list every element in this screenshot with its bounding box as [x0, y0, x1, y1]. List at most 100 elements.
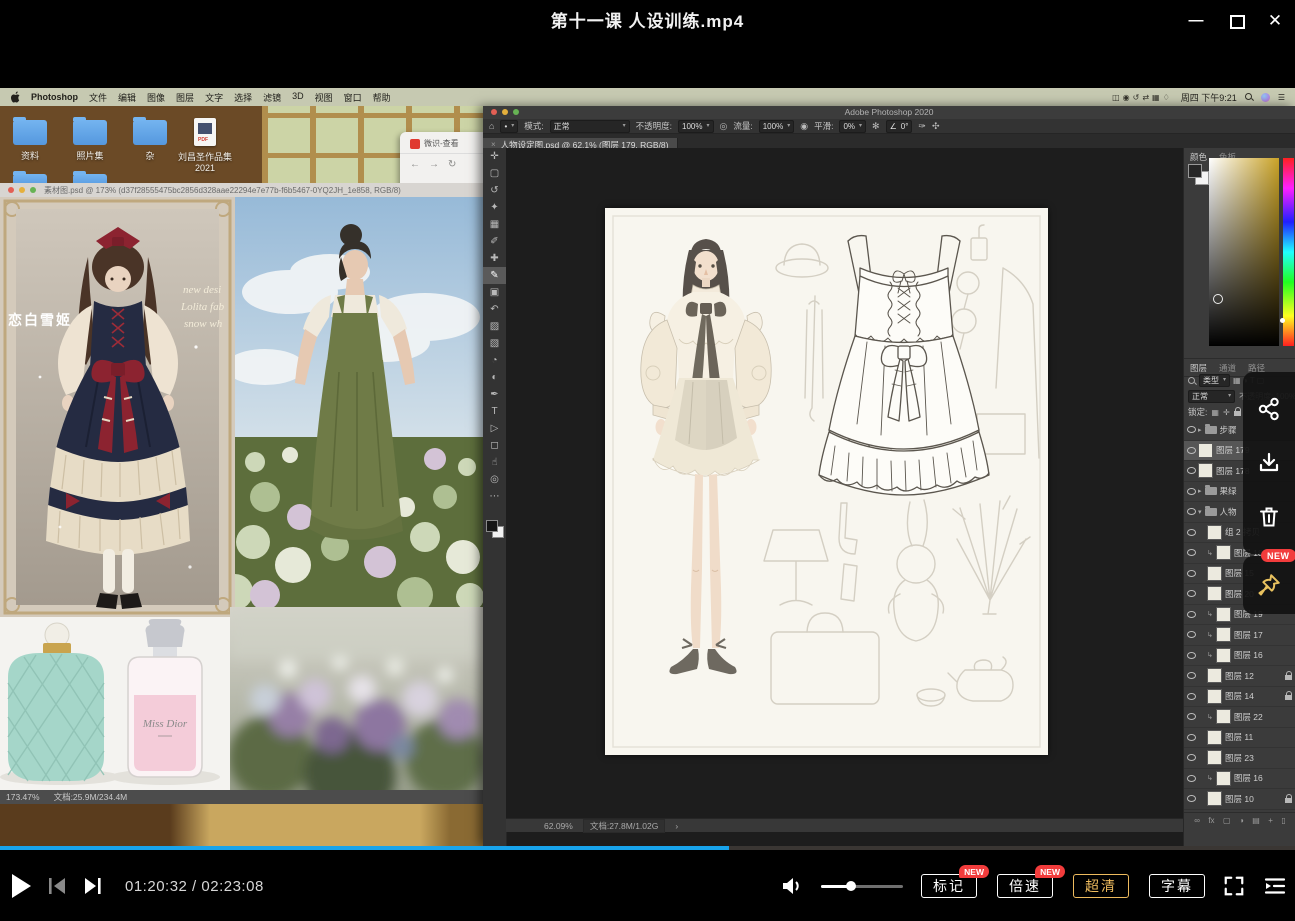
visibility-eye-icon[interactable] [1184, 795, 1198, 802]
visibility-eye-icon[interactable] [1184, 529, 1198, 536]
ps-tool-19[interactable]: ◎ [483, 471, 506, 488]
playlist-icon[interactable] [1263, 876, 1287, 896]
minimize-button[interactable]: — [1183, 8, 1209, 34]
photoshop-canvas[interactable] [506, 148, 1183, 818]
menu-item-编辑[interactable]: 编辑 [118, 91, 136, 104]
foreground-background-swatch[interactable] [486, 520, 503, 537]
visibility-eye-icon[interactable] [1184, 549, 1198, 556]
layer-kind-select[interactable]: 类型▾ [1199, 374, 1230, 387]
layer-row-图层 10[interactable]: 图层 10 [1184, 789, 1295, 810]
layers-adjustment-button[interactable]: ◑ [1239, 816, 1244, 825]
document-size-indicator[interactable]: 文档:27.8M/1.02G [583, 819, 666, 833]
tab-color[interactable]: 颜色 [1190, 151, 1207, 162]
ps-tool-12[interactable]: ◔ [483, 352, 506, 369]
forward-icon[interactable]: → [429, 159, 439, 170]
home-icon[interactable]: ⌂ [489, 121, 494, 131]
visibility-eye-icon[interactable] [1184, 447, 1198, 454]
desktop-folder-照片集[interactable]: 照片集 [68, 116, 112, 162]
pressure-opacity-icon[interactable]: ◎ [720, 121, 728, 132]
ps-tool-20[interactable]: ⋯ [483, 488, 506, 505]
ps-tool-15[interactable]: T [483, 403, 506, 420]
ps-tool-6[interactable]: ✚ [483, 250, 506, 267]
desktop-folder-资料[interactable]: 资料 [8, 116, 52, 162]
layers-new-layer-button[interactable]: + [1268, 816, 1273, 825]
visibility-eye-icon[interactable] [1184, 508, 1198, 515]
artboard[interactable] [605, 208, 1048, 755]
hue-slider[interactable] [1283, 158, 1294, 346]
ps-tool-14[interactable]: ✒ [483, 386, 506, 403]
flow-select[interactable]: 100%▾ [759, 120, 794, 133]
ps-tool-8[interactable]: ▣ [483, 284, 506, 301]
share-icon[interactable] [1257, 397, 1281, 421]
visibility-eye-icon[interactable] [1184, 713, 1198, 720]
panel-fg-bg-swatch[interactable] [1188, 164, 1208, 184]
player-button-超清[interactable]: 超清 [1073, 874, 1129, 898]
visibility-eye-icon[interactable] [1184, 611, 1198, 618]
color-saturation-field[interactable] [1209, 158, 1279, 346]
menu-app-name[interactable]: Photoshop [31, 92, 78, 102]
volume-slider[interactable] [821, 885, 903, 888]
group-caret-icon[interactable]: ▾ [1198, 508, 1202, 516]
menu-item-帮助[interactable]: 帮助 [373, 91, 391, 104]
layer-row-图层 17[interactable]: ↳图层 17 [1184, 625, 1295, 646]
layer-row-图层 16[interactable]: ↳图层 16 [1184, 646, 1295, 667]
brush-preset-picker[interactable]: •▾ [500, 120, 518, 133]
visibility-eye-icon[interactable] [1184, 590, 1198, 597]
visibility-eye-icon[interactable] [1184, 672, 1198, 679]
zoom-dot[interactable] [513, 109, 519, 115]
visibility-eye-icon[interactable] [1184, 631, 1198, 638]
opacity-select[interactable]: 100%▾ [678, 120, 713, 133]
group-caret-icon[interactable]: ▸ [1198, 487, 1202, 495]
ps-tool-3[interactable]: ✦ [483, 199, 506, 216]
visibility-eye-icon[interactable] [1184, 467, 1198, 474]
download-icon[interactable] [1257, 451, 1281, 475]
previous-button[interactable] [47, 877, 67, 895]
status-arrow-icon[interactable]: › [675, 821, 678, 831]
traffic-light-buttons[interactable] [8, 187, 36, 193]
layer-row-图层 12[interactable]: 图层 12 [1184, 666, 1295, 687]
layers-mask-button[interactable]: ▢ [1223, 816, 1231, 825]
ps-tool-11[interactable]: ▧ [483, 335, 506, 352]
pin-icon[interactable] [1256, 572, 1282, 598]
desktop-folder-杂[interactable]: 杂 [128, 116, 172, 162]
layer-blend-select[interactable]: 正常▾ [1188, 390, 1235, 403]
close-dot[interactable] [8, 187, 14, 193]
hue-slider-marker[interactable] [1280, 318, 1285, 323]
visibility-eye-icon[interactable] [1184, 488, 1198, 495]
desktop-pdf-file[interactable]: PDF 刘昌圣作品集 2021 [176, 116, 234, 173]
control-center-icon[interactable]: ☰ [1278, 93, 1285, 102]
layers-link-button[interactable]: ∞ [1194, 816, 1200, 825]
menu-item-滤镜[interactable]: 滤镜 [263, 91, 281, 104]
ps-tool-5[interactable]: ✐ [483, 233, 506, 250]
gear-icon[interactable]: ✻ [872, 121, 880, 132]
ps-tool-10[interactable]: ▨ [483, 318, 506, 335]
minimize-dot[interactable] [19, 187, 25, 193]
fullscreen-icon[interactable] [1223, 875, 1245, 897]
minimize-dot[interactable] [502, 109, 508, 115]
trash-icon[interactable] [1257, 505, 1281, 529]
pressure-size-icon[interactable]: ✑ [918, 121, 926, 132]
back-icon[interactable]: ← [410, 159, 420, 170]
visibility-eye-icon[interactable] [1184, 570, 1198, 577]
next-button[interactable] [83, 877, 103, 895]
ps-tool-17[interactable]: ◻ [483, 437, 506, 454]
layer-row-图层 14[interactable]: 图层 14 [1184, 687, 1295, 708]
foreground-color[interactable] [1188, 164, 1202, 178]
menu-item-视图[interactable]: 视图 [315, 91, 333, 104]
airbrush-icon[interactable]: ◉ [800, 121, 808, 132]
menu-item-图层[interactable]: 图层 [176, 91, 194, 104]
brush-angle-field[interactable]: ∠0° [886, 120, 913, 133]
zoom-dot[interactable] [30, 187, 36, 193]
ps-tool-0[interactable]: ✛ [483, 148, 506, 165]
lock-all-icon[interactable] [1234, 411, 1241, 416]
ps-tool-4[interactable]: ▦ [483, 216, 506, 233]
progress-bar[interactable] [0, 846, 1295, 850]
ps-tool-18[interactable]: ☝ [483, 454, 506, 471]
volume-icon[interactable] [781, 876, 803, 896]
color-picker-marker[interactable] [1213, 294, 1223, 304]
ps-tool-13[interactable]: ◐ [483, 369, 506, 386]
layers-group-button[interactable]: ▤ [1252, 816, 1260, 825]
maximize-button[interactable] [1224, 8, 1250, 34]
menu-item-文件[interactable]: 文件 [89, 91, 107, 104]
layer-row-黄底[interactable]: 黄底 [1184, 810, 1295, 812]
